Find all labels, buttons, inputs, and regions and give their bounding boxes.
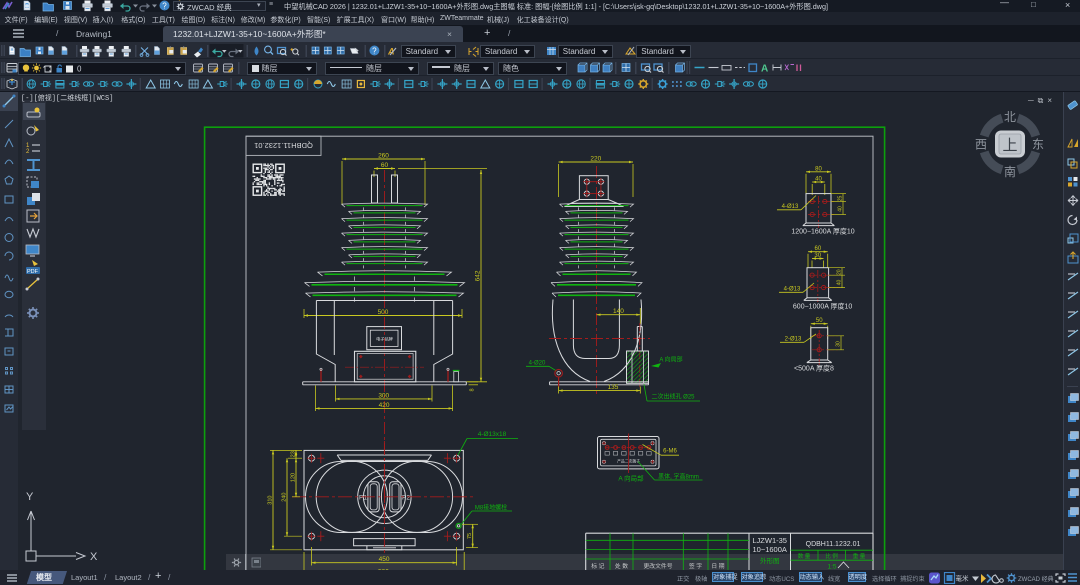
svg-text:8: 8 <box>470 388 476 391</box>
svg-text:1200−1600A 厚度10: 1200−1600A 厚度10 <box>791 227 854 236</box>
svg-text:25: 25 <box>838 196 844 202</box>
svg-text:?: ? <box>372 46 377 55</box>
svg-text:QDBH11.1232.01: QDBH11.1232.01 <box>254 141 313 150</box>
svg-text:电子铭牌: 电子铭牌 <box>376 336 393 343</box>
svg-text:10~1600A: 10~1600A <box>752 545 786 554</box>
svg-text:6-M6: 6-M6 <box>663 448 677 454</box>
svg-text:Y: Y <box>26 491 34 503</box>
svg-text:西: 西 <box>975 138 987 152</box>
svg-text:更改文件号: 更改文件号 <box>644 562 673 570</box>
svg-text:X: X <box>90 551 98 563</box>
svg-text:40: 40 <box>838 206 844 212</box>
svg-text:50: 50 <box>816 318 823 324</box>
svg-text:30: 30 <box>836 341 842 347</box>
svg-text:20: 20 <box>837 269 843 275</box>
svg-text:220: 220 <box>590 156 601 163</box>
svg-text:P2: P2 <box>402 494 410 501</box>
svg-text:签 字: 签 字 <box>689 562 702 570</box>
svg-text:处 数: 处 数 <box>615 562 628 570</box>
svg-text:140: 140 <box>613 308 624 315</box>
svg-text:80: 80 <box>815 166 822 172</box>
svg-text:310: 310 <box>268 496 274 505</box>
svg-text:<500A 厚度8: <500A 厚度8 <box>794 364 834 373</box>
svg-text:2: 2 <box>26 149 30 155</box>
svg-text:450: 450 <box>379 556 390 563</box>
svg-text:642: 642 <box>475 270 482 281</box>
svg-text:数 量: 数 量 <box>798 552 811 560</box>
svg-text:东: 东 <box>1032 138 1044 152</box>
svg-text:40: 40 <box>815 177 822 183</box>
svg-text:40: 40 <box>837 280 843 286</box>
svg-text:北: 北 <box>1004 110 1016 124</box>
svg-text:PDF: PDF <box>27 269 39 275</box>
svg-text:420: 420 <box>379 402 390 409</box>
svg-text:M8接地螺栓: M8接地螺栓 <box>475 504 507 512</box>
svg-text:重 量: 重 量 <box>853 552 866 560</box>
svg-text:A 向局部: A 向局部 <box>618 473 644 482</box>
svg-text:4-Ø13: 4-Ø13 <box>782 204 799 210</box>
svg-text:60: 60 <box>815 246 822 252</box>
svg-text:A: A <box>761 64 768 75</box>
svg-text:120: 120 <box>291 473 297 482</box>
svg-text:P1: P1 <box>359 494 367 501</box>
svg-text:二次出线孔 Ø25: 二次出线孔 Ø25 <box>651 393 695 401</box>
svg-text:240: 240 <box>282 493 288 502</box>
svg-text:75: 75 <box>467 533 473 539</box>
svg-text:0: 0 <box>77 64 82 73</box>
svg-text:4-Ø13: 4-Ø13 <box>784 287 801 293</box>
svg-text:23: 23 <box>291 451 297 457</box>
svg-text:60: 60 <box>381 162 389 169</box>
svg-text:260: 260 <box>378 153 389 160</box>
svg-text:标 记: 标 记 <box>591 562 604 570</box>
svg-text:4-Ø13x18: 4-Ø13x18 <box>478 431 507 438</box>
svg-text:4-Ø20: 4-Ø20 <box>529 361 546 367</box>
svg-text:500: 500 <box>378 309 389 316</box>
svg-text:600−1000A 厚度10: 600−1000A 厚度10 <box>793 301 852 310</box>
svg-text:2-Ø13: 2-Ø13 <box>785 337 802 343</box>
svg-text:外形图: 外形图 <box>760 556 780 565</box>
svg-text:LJZW1-35: LJZW1-35 <box>752 536 787 545</box>
svg-text:黑体, 字高8mm: 黑体, 字高8mm <box>658 472 699 480</box>
svg-text:A 向局部: A 向局部 <box>659 356 682 364</box>
svg-text:上: 上 <box>1002 137 1017 154</box>
svg-text:南: 南 <box>1004 164 1016 179</box>
svg-text:日 期: 日 期 <box>711 563 724 570</box>
svg-text:135: 135 <box>608 384 619 391</box>
svg-text:1:5: 1:5 <box>827 563 836 570</box>
svg-text:30: 30 <box>814 253 821 259</box>
svg-text:300: 300 <box>378 392 389 399</box>
svg-text:?: ? <box>162 1 167 10</box>
svg-text:比 例: 比 例 <box>825 552 838 560</box>
svg-text:毫米: 毫米 <box>956 573 970 582</box>
svg-text:QDBH11.1232.01: QDBH11.1232.01 <box>806 541 861 548</box>
